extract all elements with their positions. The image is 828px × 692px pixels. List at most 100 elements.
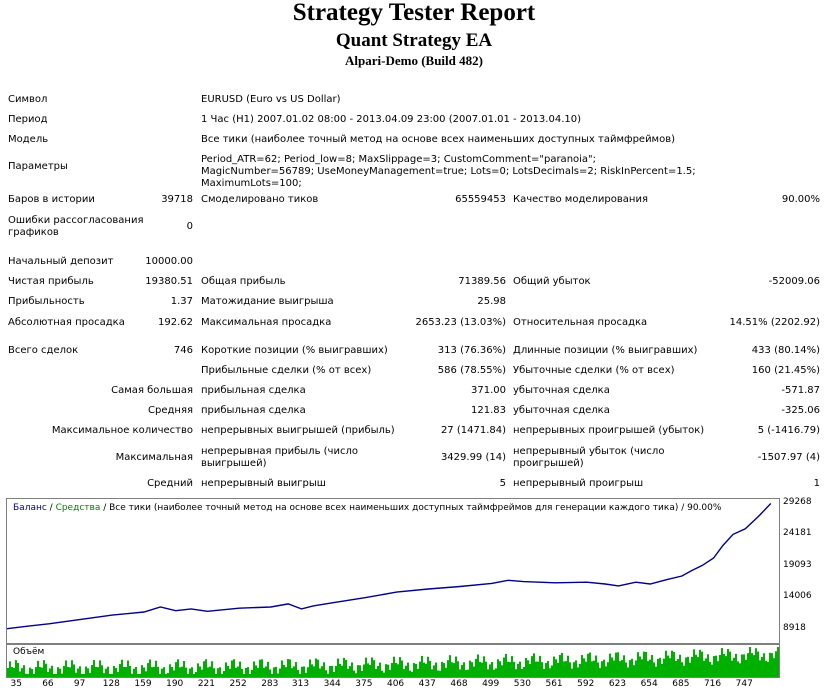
- balance-line-plot: [6, 503, 772, 630]
- gross-profit-label: Общая прибыль: [201, 276, 286, 287]
- net-profit-value: 19380.51: [145, 276, 193, 287]
- x-tick-label: 747: [735, 679, 753, 689]
- abs-drawdown-value: 192.62: [158, 317, 193, 328]
- deposit-label: Начальный депозит: [8, 256, 114, 267]
- x-tick-label: 530: [513, 679, 531, 689]
- long-positions-value: 433 (80.14%): [751, 345, 820, 356]
- x-tick-label: 159: [134, 679, 152, 689]
- expected-payoff-value: 25.98: [477, 296, 506, 307]
- average-profit-value: 121.83: [471, 405, 506, 416]
- maximal-profit-label: непрерывная прибыль (число выигрышей): [201, 446, 358, 469]
- y-tick-label: 19093: [783, 559, 812, 570]
- profit-trades-value: 586 (78.55%): [437, 365, 506, 376]
- max-count-wins-label: непрерывных выигрышей (прибыль): [201, 425, 395, 436]
- avg-consecutive-wins-label: непрерывный выигрыш: [201, 478, 326, 489]
- ticks-value: 65559453: [455, 194, 506, 205]
- y-tick-label: 24181: [783, 528, 812, 539]
- balance-chart: Баланс / Средства / Все тики (наиболее т…: [4, 496, 824, 692]
- x-tick-label: 252: [229, 679, 247, 689]
- loss-trades-value: 160 (21.45%): [751, 365, 820, 376]
- symbol-label: Символ: [8, 94, 48, 105]
- max-drawdown-value: 2653.23 (13.03%): [415, 317, 506, 328]
- deposit-value: 10000.00: [145, 256, 193, 267]
- quality-value: 90.00%: [781, 194, 820, 205]
- mismatch-value: 0: [186, 221, 193, 232]
- volume-plot: [7, 647, 779, 677]
- max-count-losses-value: 5 (-1416.79): [757, 425, 820, 436]
- x-tick-label: 654: [640, 679, 658, 689]
- x-tick-label: 283: [261, 679, 279, 689]
- average-profit-label: прибыльная сделка: [201, 405, 306, 416]
- x-tick-label: 468: [450, 679, 468, 689]
- y-tick-label: 8918: [783, 622, 806, 633]
- x-tick-label: 375: [355, 679, 373, 689]
- x-tick-label: 221: [197, 679, 215, 689]
- gross-profit-value: 71389.56: [458, 276, 506, 287]
- x-tick-label: 592: [577, 679, 595, 689]
- max-count-label: Максимальное количество: [51, 425, 193, 436]
- profit-factor-value: 1.37: [170, 296, 193, 307]
- x-tick-label: 561: [545, 679, 563, 689]
- model-label: Модель: [8, 134, 49, 145]
- max-count-wins-value: 27 (1471.84): [440, 425, 506, 436]
- average-loss-label: убыточная сделка: [513, 405, 610, 416]
- report-subtitle: Quant Strategy EA: [335, 30, 493, 51]
- short-positions-label: Короткие позиции (% выигравших): [201, 345, 388, 356]
- volume-bars: [7, 647, 779, 677]
- x-tick-label: 716: [703, 679, 722, 689]
- x-tick-label: 97: [73, 679, 86, 689]
- x-tick-label: 35: [10, 679, 22, 689]
- profit-factor-label: Прибыльность: [8, 296, 85, 307]
- x-tick-label: 437: [418, 679, 436, 689]
- maximal-loss-label: непрерывный убыток (число проигрышей): [513, 446, 665, 469]
- avg-consecutive-wins-value: 5: [499, 478, 506, 489]
- mismatch-label: Ошибки рассогласования графиков: [8, 215, 144, 238]
- x-tick-label: 128: [102, 679, 120, 689]
- x-tick-label: 190: [166, 679, 184, 689]
- x-tick-label: 313: [291, 679, 310, 689]
- maximal-profit-value: 3429.99 (14): [440, 452, 506, 463]
- report-title: Strategy Tester Report: [292, 0, 536, 26]
- rel-drawdown-label: Относительная просадка: [513, 317, 648, 328]
- rel-drawdown-value: 14.51% (2202.92): [729, 317, 820, 328]
- largest-label: Самая большая: [111, 385, 193, 396]
- x-tick-label: 499: [482, 679, 500, 689]
- balance-series-line: [6, 503, 772, 630]
- x-tick-label: 685: [672, 679, 690, 689]
- net-profit-label: Чистая прибыль: [8, 276, 94, 287]
- avg-consecutive-losses-label: непрерывный проигрыш: [513, 478, 644, 489]
- total-trades-value: 746: [173, 345, 193, 356]
- gross-loss-label: Общий убыток: [513, 276, 591, 287]
- report-build: Alpari-Demo (Build 482): [345, 53, 483, 68]
- maximal-loss-value: -1507.97 (4): [757, 452, 820, 463]
- max-count-losses-label: непрерывных проигрышей (убыток): [513, 425, 705, 436]
- y-tick-label: 29268: [783, 496, 812, 507]
- expected-payoff-label: Матожидание выигрыша: [201, 296, 334, 307]
- x-tick-label: 623: [608, 679, 627, 689]
- symbol-value: EURUSD (Euro vs US Dollar): [201, 94, 341, 105]
- ticks-label: Смоделировано тиков: [201, 194, 319, 205]
- period-label: Период: [8, 114, 48, 125]
- total-trades-label: Всего сделок: [8, 345, 79, 356]
- y-tick-label: 14006: [783, 591, 812, 602]
- x-tick-label: 406: [386, 679, 405, 689]
- bars-value: 39718: [161, 194, 193, 205]
- balance-panel: Баланс / Средства / Все тики (наиболее т…: [6, 498, 780, 644]
- largest-loss-label: убыточная сделка: [513, 385, 610, 396]
- max-drawdown-label: Максимальная просадка: [201, 317, 332, 328]
- average-loss-value: -325.06: [781, 405, 820, 416]
- loss-trades-label: Убыточные сделки (% от всех): [513, 365, 675, 376]
- short-positions-value: 313 (76.36%): [437, 345, 506, 356]
- avg-consecutive-label: Средний: [147, 478, 193, 489]
- gross-loss-value: -52009.06: [768, 276, 820, 287]
- largest-profit-value: 371.00: [471, 385, 506, 396]
- volume-panel: Объём: [6, 644, 780, 678]
- long-positions-label: Длинные позиции (% выигравших): [513, 345, 698, 356]
- largest-loss-value: -571.87: [781, 385, 820, 396]
- profit-trades-label: Прибыльные сделки (% от всех): [201, 365, 372, 376]
- largest-profit-label: прибыльная сделка: [201, 385, 306, 396]
- bars-label: Баров в истории: [8, 194, 95, 205]
- x-tick-label: 66: [42, 679, 54, 689]
- quality-label: Качество моделирования: [513, 194, 648, 205]
- params-value: Period_ATR=62; Period_low=8; MaxSlippage…: [201, 154, 696, 189]
